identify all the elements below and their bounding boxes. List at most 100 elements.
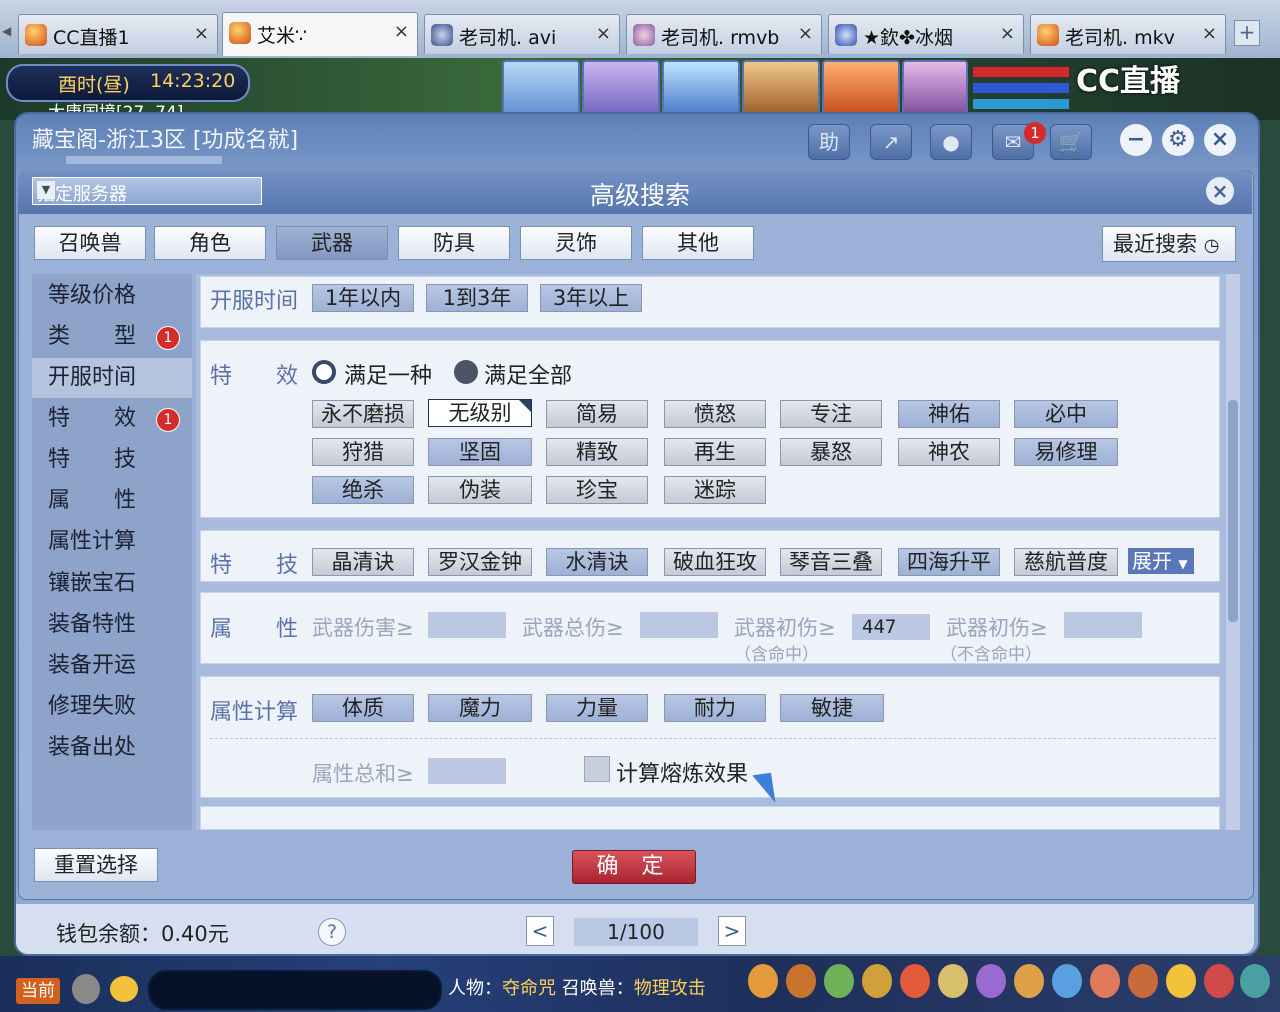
open-time-option[interactable]: 1年以内 [312,284,414,312]
skill-option[interactable]: 慈航普度 [1014,548,1118,576]
browser-tab[interactable]: 老司机. rmvb × [626,14,822,54]
category-tab-character[interactable]: 角色 [154,226,266,260]
nav-open-time[interactable]: 开服时间 [32,358,192,398]
team-portrait[interactable] [582,60,660,118]
recent-search-button[interactable]: 最近搜索 ◷ [1102,226,1236,262]
share-icon[interactable]: ↗ [870,124,912,160]
attr-calc-option[interactable]: 体质 [312,694,414,722]
weapon-base-damage-hit-input[interactable]: 447 [852,614,930,640]
tab-close-icon[interactable]: × [1202,23,1217,44]
effect-option[interactable]: 永不磨损 [312,400,414,428]
attr-calc-option[interactable]: 敏捷 [780,694,884,722]
reset-button[interactable]: 重置选择 [34,848,158,882]
attr-calc-option[interactable]: 耐力 [664,694,766,722]
expand-button[interactable]: 展开 ▼ [1128,548,1194,574]
browser-tab[interactable]: 老司机. mkv × [1030,14,1226,54]
smelt-checkbox[interactable] [584,756,610,782]
nav-equip-traits[interactable]: 装备特性 [32,605,192,645]
effect-option[interactable]: 珍宝 [546,476,648,504]
effect-option[interactable]: 神农 [898,438,1000,466]
category-tab-other[interactable]: 其他 [642,226,754,260]
item-icon[interactable] [824,964,854,998]
skill-option[interactable]: 晶清诀 [312,548,414,576]
item-icon[interactable] [1014,964,1044,998]
team-portrait[interactable] [822,60,900,118]
item-icon[interactable] [1166,964,1196,998]
item-icon[interactable] [1128,964,1158,998]
chat-input[interactable] [148,970,442,1010]
skill-option[interactable]: 破血狂攻 [664,548,766,576]
item-icon[interactable] [748,964,778,998]
microphone-icon[interactable] [72,974,100,1004]
minimize-icon[interactable]: − [1120,124,1152,156]
settings-icon[interactable]: ⚙ [1162,124,1194,156]
attr-sum-input[interactable] [428,758,506,784]
effect-option[interactable]: 简易 [546,400,648,428]
browser-tab-active[interactable]: 艾米∵ × [222,12,418,56]
effect-option[interactable]: 愤怒 [664,400,766,428]
tab-close-icon[interactable]: × [596,23,611,44]
item-icon[interactable] [900,964,930,998]
nav-attr-calc[interactable]: 属性计算 [32,522,192,562]
next-page-button[interactable]: > [718,916,746,946]
tab-scroll-left-icon[interactable]: ◀ [2,24,11,38]
dialog-close-icon[interactable]: × [1206,177,1234,205]
channel-current-tag[interactable]: 当前 [16,978,60,1004]
tab-close-icon[interactable]: × [394,21,409,42]
browser-tab[interactable]: 老司机. avi × [424,14,620,54]
category-tab-armor[interactable]: 防具 [398,226,510,260]
category-tab-accessory[interactable]: 灵饰 [520,226,632,260]
effect-option[interactable]: 迷踪 [664,476,766,504]
skill-option[interactable]: 四海升平 [898,548,1000,576]
team-portrait[interactable] [662,60,740,118]
nav-repair-fail[interactable]: 修理失败 [32,687,192,727]
item-icon[interactable] [786,964,816,998]
weapon-total-damage-input[interactable] [640,612,718,638]
browser-tab[interactable]: ★欽✤冰烟 × [828,14,1024,54]
team-portrait[interactable] [902,60,968,118]
weapon-damage-input[interactable] [428,612,506,638]
skill-option[interactable]: 水清诀 [546,548,648,576]
effect-option[interactable]: 坚固 [428,438,532,466]
team-portrait[interactable] [502,60,580,118]
effect-option[interactable]: 易修理 [1014,438,1118,466]
effect-option[interactable]: 必中 [1014,400,1118,428]
help-icon[interactable]: ? [318,918,346,946]
effect-option-selected[interactable]: 无级别 [428,399,532,427]
item-icon[interactable] [1052,964,1082,998]
nav-equip-luck[interactable]: 装备开运 [32,646,192,686]
radio-match-all[interactable] [454,360,478,384]
chat-bubble-icon[interactable] [110,976,138,1002]
team-portrait[interactable] [742,60,820,118]
effect-option[interactable]: 伪装 [428,476,532,504]
nav-equip-source[interactable]: 装备出处 [32,728,192,768]
tab-close-icon[interactable]: × [798,23,813,44]
prev-page-button[interactable]: < [526,916,554,946]
item-icon[interactable] [938,964,968,998]
attr-calc-option[interactable]: 魔力 [428,694,532,722]
item-icon[interactable] [1204,964,1234,998]
browser-tab[interactable]: CC直播1 × [18,14,218,54]
nav-attributes[interactable]: 属 性 [32,481,192,521]
tab-close-icon[interactable]: × [194,23,209,44]
nav-level-price[interactable]: 等级价格 [32,276,192,316]
item-icon[interactable] [1090,964,1120,998]
effect-option[interactable]: 精致 [546,438,648,466]
attr-calc-option[interactable]: 力量 [546,694,648,722]
close-icon[interactable]: × [1204,124,1236,156]
item-icon[interactable] [862,964,892,998]
item-icon[interactable] [1240,964,1270,998]
nav-gems[interactable]: 镶嵌宝石 [32,564,192,604]
effect-option[interactable]: 再生 [664,438,766,466]
help-button[interactable]: 助 [808,124,850,160]
new-tab-button[interactable]: + [1234,20,1260,46]
chevron-down-icon[interactable]: ▼ [37,181,55,199]
confirm-button[interactable]: 确 定 [572,850,696,884]
radio-match-any[interactable] [312,360,336,384]
effect-option[interactable]: 专注 [780,400,882,428]
scrollbar-thumb[interactable] [1228,400,1238,622]
category-tab-weapon[interactable]: 武器 [276,226,388,260]
skill-option[interactable]: 罗汉金钟 [428,548,532,576]
weapon-base-damage-nohit-input[interactable] [1064,612,1142,638]
open-time-option[interactable]: 3年以上 [540,284,642,312]
